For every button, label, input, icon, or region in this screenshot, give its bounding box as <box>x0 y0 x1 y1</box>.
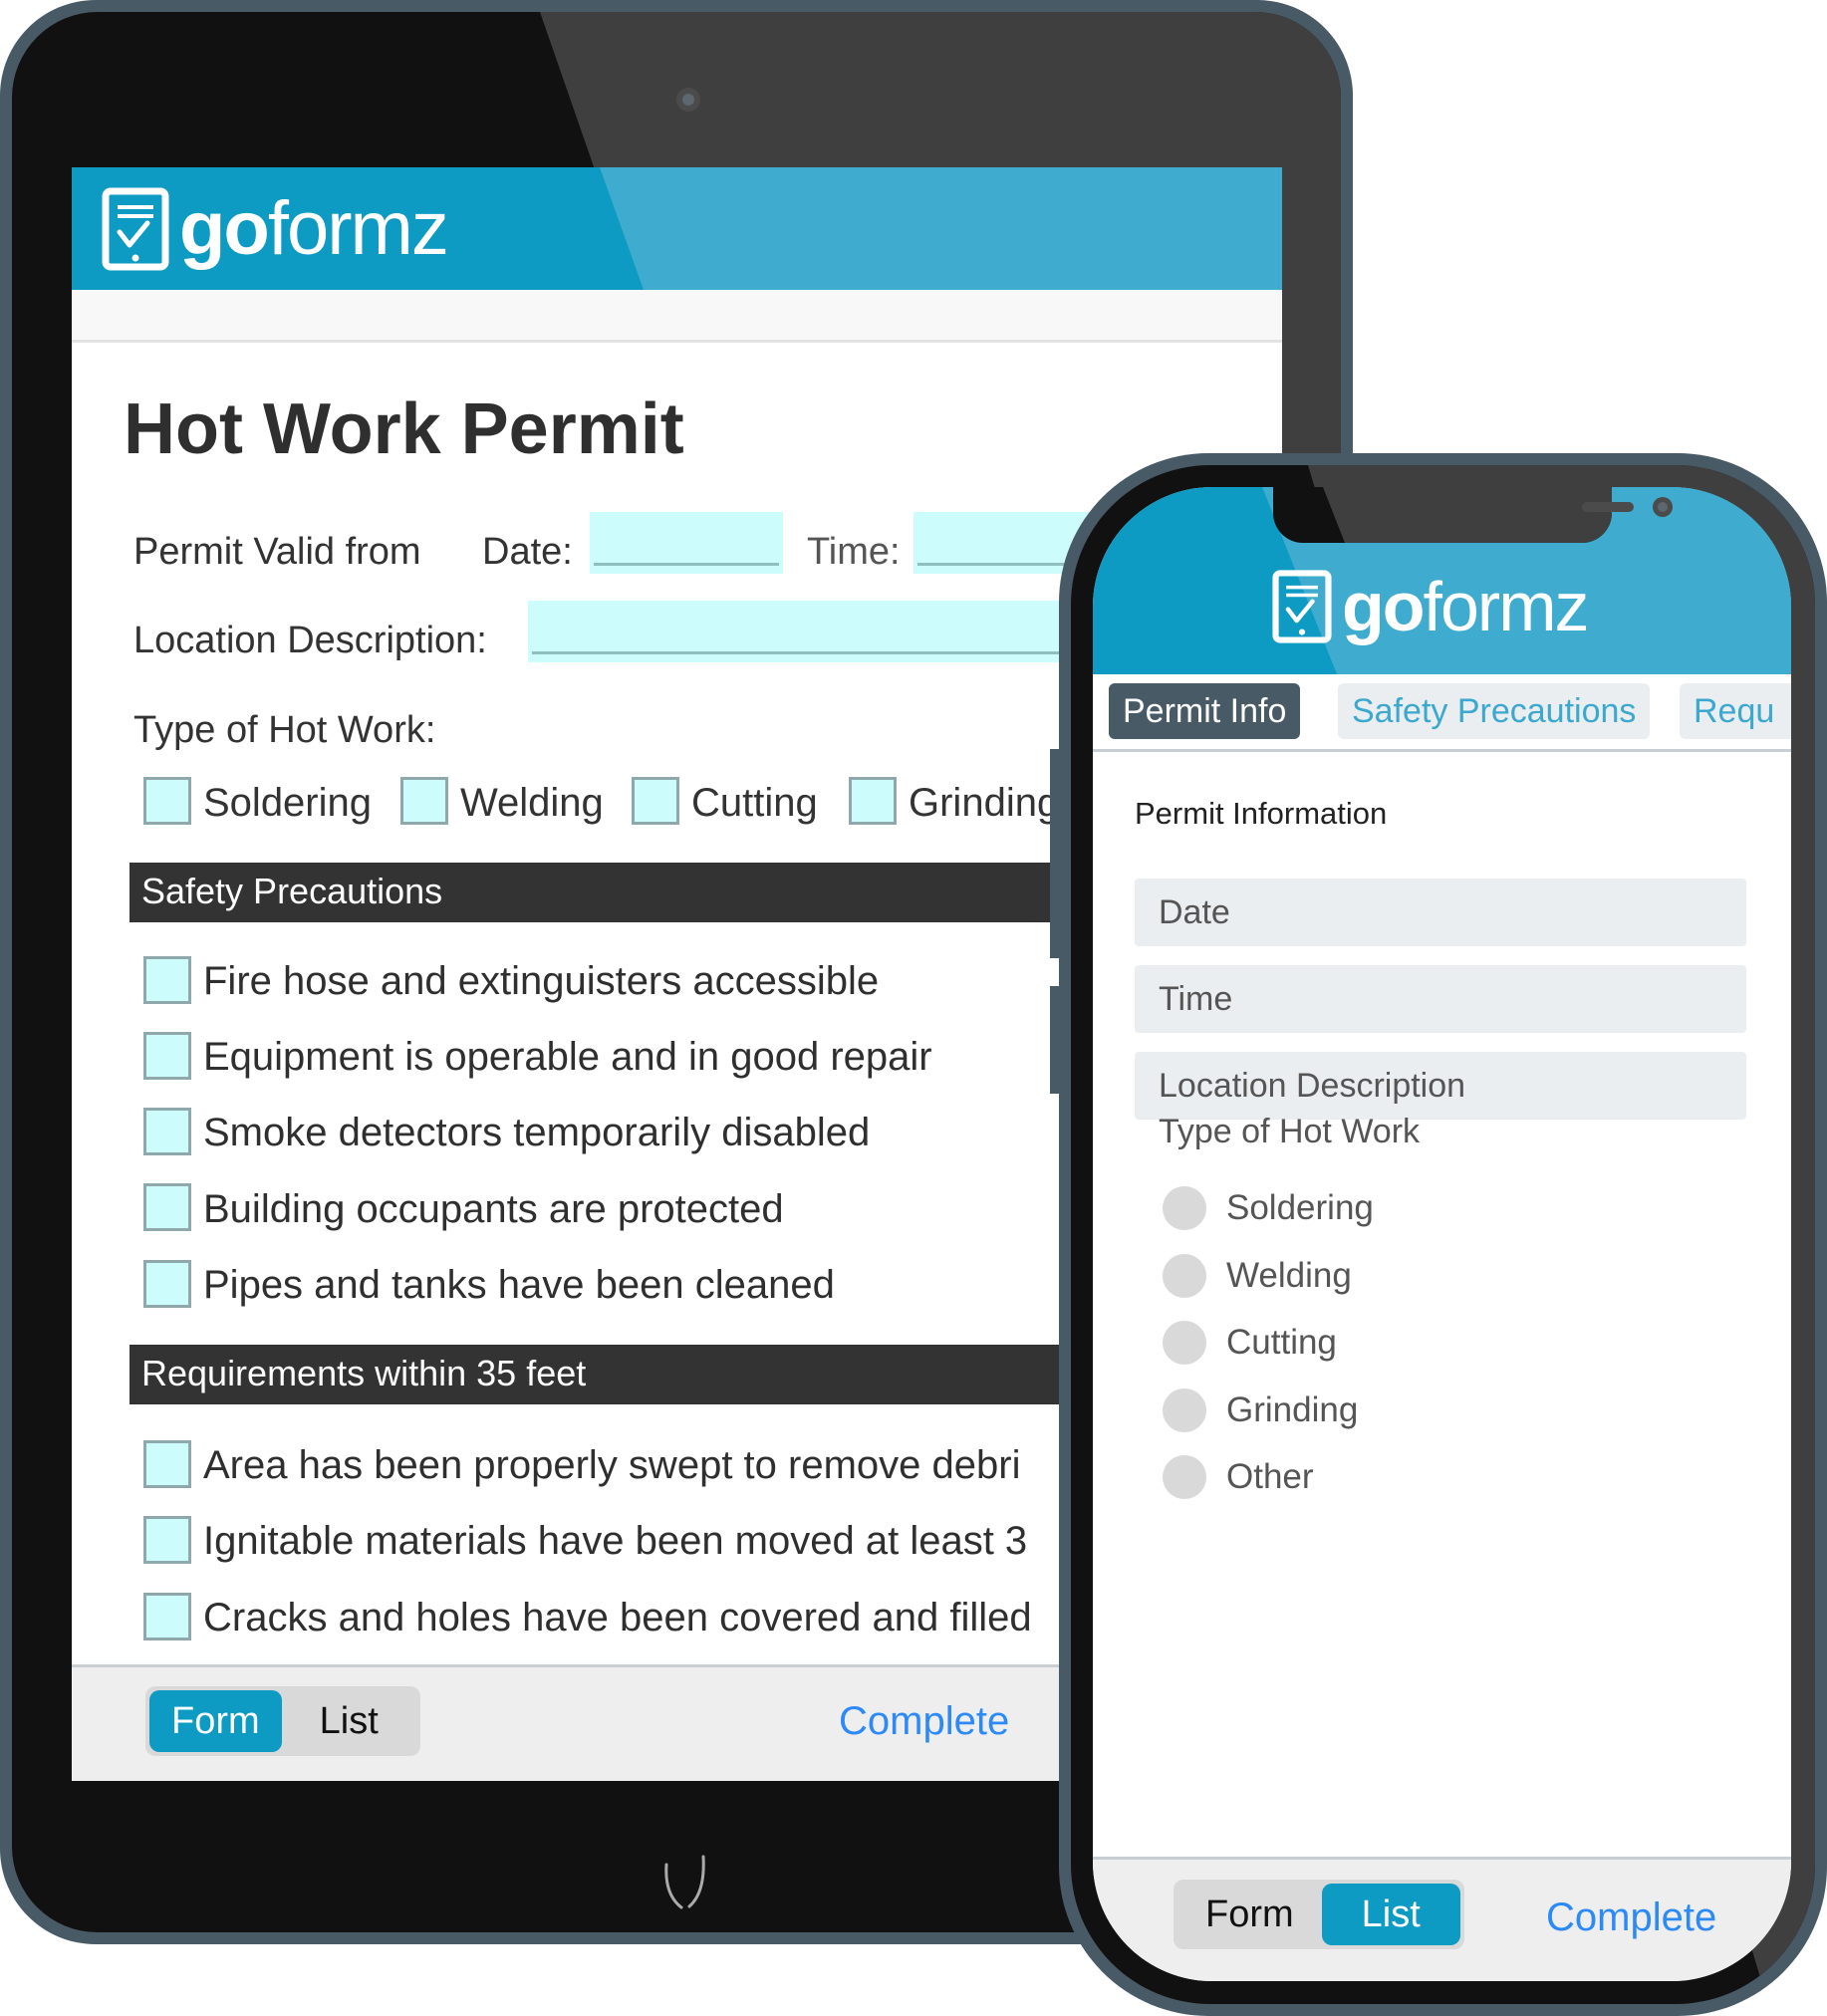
time-field[interactable]: Time <box>1135 965 1746 1033</box>
phone-power-button <box>1823 886 1827 1056</box>
radio-soldering[interactable]: Soldering <box>1163 1186 1374 1230</box>
list-item: Equipment is operable and in good repair <box>203 1035 932 1079</box>
phone-bezel: goformz Permit Info Safety Precautions R… <box>1071 465 1815 2004</box>
soldering-checkbox[interactable] <box>143 777 191 825</box>
section-title: Safety Precautions <box>141 871 443 911</box>
speaker-icon <box>1582 502 1634 512</box>
soldering-label: Soldering <box>203 781 373 825</box>
list-item: Building occupants are protected <box>203 1187 784 1231</box>
goformz-logo: goformz <box>102 186 449 271</box>
date-label: Date: <box>482 531 573 573</box>
phone-screen: goformz Permit Info Safety Precautions R… <box>1093 487 1791 1981</box>
list-button[interactable]: List <box>282 1690 416 1752</box>
toolbar <box>72 290 1282 343</box>
welding-label: Welding <box>460 781 604 825</box>
radio-button-icon[interactable] <box>1163 1321 1206 1365</box>
section-title: Permit Information <box>1135 796 1388 831</box>
checkbox[interactable] <box>143 1032 191 1080</box>
tablet-checkmark-icon <box>1272 570 1332 643</box>
cutting-label: Cutting <box>691 781 818 825</box>
logo-wordmark: goformz <box>179 186 449 271</box>
phone-device: goformz Permit Info Safety Precautions R… <box>1059 453 1827 2016</box>
radio-button-icon[interactable] <box>1163 1388 1206 1432</box>
section-title: Requirements within 35 feet <box>141 1353 587 1393</box>
radio-label: Cutting <box>1226 1323 1337 1362</box>
checkbox[interactable] <box>143 1516 191 1564</box>
radio-label: Soldering <box>1226 1188 1374 1227</box>
view-toggle: Form List <box>145 1686 420 1756</box>
radio-button-icon[interactable] <box>1163 1254 1206 1298</box>
checkbox[interactable] <box>143 1260 191 1308</box>
app-header: goformz <box>1093 487 1791 674</box>
complete-button[interactable]: Complete <box>1546 1895 1716 1940</box>
view-toggle: Form List <box>1174 1880 1464 1949</box>
camera-icon <box>1653 497 1673 517</box>
radio-grinding[interactable]: Grinding <box>1163 1388 1358 1432</box>
checkbox[interactable] <box>143 1593 191 1640</box>
goformz-logo: goformz <box>1272 567 1590 646</box>
type-of-hot-work-label: Type of Hot Work <box>1159 1113 1421 1150</box>
tab-permit-info[interactable]: Permit Info <box>1109 683 1301 739</box>
tab-requirements[interactable]: Requ <box>1680 683 1791 739</box>
tablet-camera-icon <box>676 88 700 112</box>
date-field[interactable]: Date <box>1135 879 1746 946</box>
time-label: Time: <box>807 531 901 573</box>
tab-bar: Permit Info Safety Precautions Requ <box>1093 674 1791 752</box>
checkbox[interactable] <box>143 956 191 1004</box>
permit-valid-label: Permit Valid from <box>133 531 421 573</box>
list-item: Cracks and holes have been covered and f… <box>203 1596 1032 1639</box>
radio-label: Other <box>1226 1457 1314 1496</box>
grinding-checkbox[interactable] <box>849 777 897 825</box>
app-header: goformz <box>72 167 1282 290</box>
list-item: Area has been properly swept to remove d… <box>203 1443 1021 1487</box>
radio-label: Grinding <box>1226 1390 1359 1429</box>
list-item: Smoke detectors temporarily disabled <box>203 1111 871 1154</box>
page-title: Hot Work Permit <box>124 389 684 469</box>
radio-button-icon[interactable] <box>1163 1455 1206 1499</box>
checkbox[interactable] <box>143 1108 191 1155</box>
form-button[interactable]: Form <box>1177 1884 1322 1945</box>
radio-welding[interactable]: Welding <box>1163 1254 1352 1298</box>
cutting-checkbox[interactable] <box>632 777 679 825</box>
welding-checkbox[interactable] <box>400 777 448 825</box>
home-indicator-icon <box>664 1855 705 1909</box>
checkbox[interactable] <box>143 1183 191 1231</box>
radio-other[interactable]: Other <box>1163 1455 1314 1499</box>
form-button[interactable]: Form <box>149 1690 282 1752</box>
type-of-hot-work-label: Type of Hot Work: <box>133 709 436 751</box>
notch-glare <box>1323 487 1612 543</box>
tablet-checkmark-icon <box>102 187 169 271</box>
radio-button-icon[interactable] <box>1163 1186 1206 1230</box>
tab-safety-precautions[interactable]: Safety Precautions <box>1338 683 1651 739</box>
list-button[interactable]: List <box>1321 1884 1460 1945</box>
checkbox[interactable] <box>143 1440 191 1488</box>
list-item: Ignitable materials have been moved at l… <box>203 1519 1028 1563</box>
radio-label: Welding <box>1226 1256 1352 1295</box>
bottom-bar: Form List Complete <box>1093 1857 1791 1981</box>
logo-wordmark: goformz <box>1342 568 1590 645</box>
list-item: Fire hose and extinguisters accessible <box>203 959 880 1003</box>
complete-button[interactable]: Complete <box>839 1699 1009 1744</box>
notch <box>1273 487 1673 543</box>
radio-cutting[interactable]: Cutting <box>1163 1321 1337 1365</box>
location-description-field[interactable]: Location Description <box>1135 1052 1746 1120</box>
location-label: Location Description: <box>133 620 487 661</box>
date-field[interactable] <box>590 512 783 574</box>
list-item: Pipes and tanks have been cleaned <box>203 1263 835 1307</box>
grinding-label: Grinding <box>909 781 1060 825</box>
